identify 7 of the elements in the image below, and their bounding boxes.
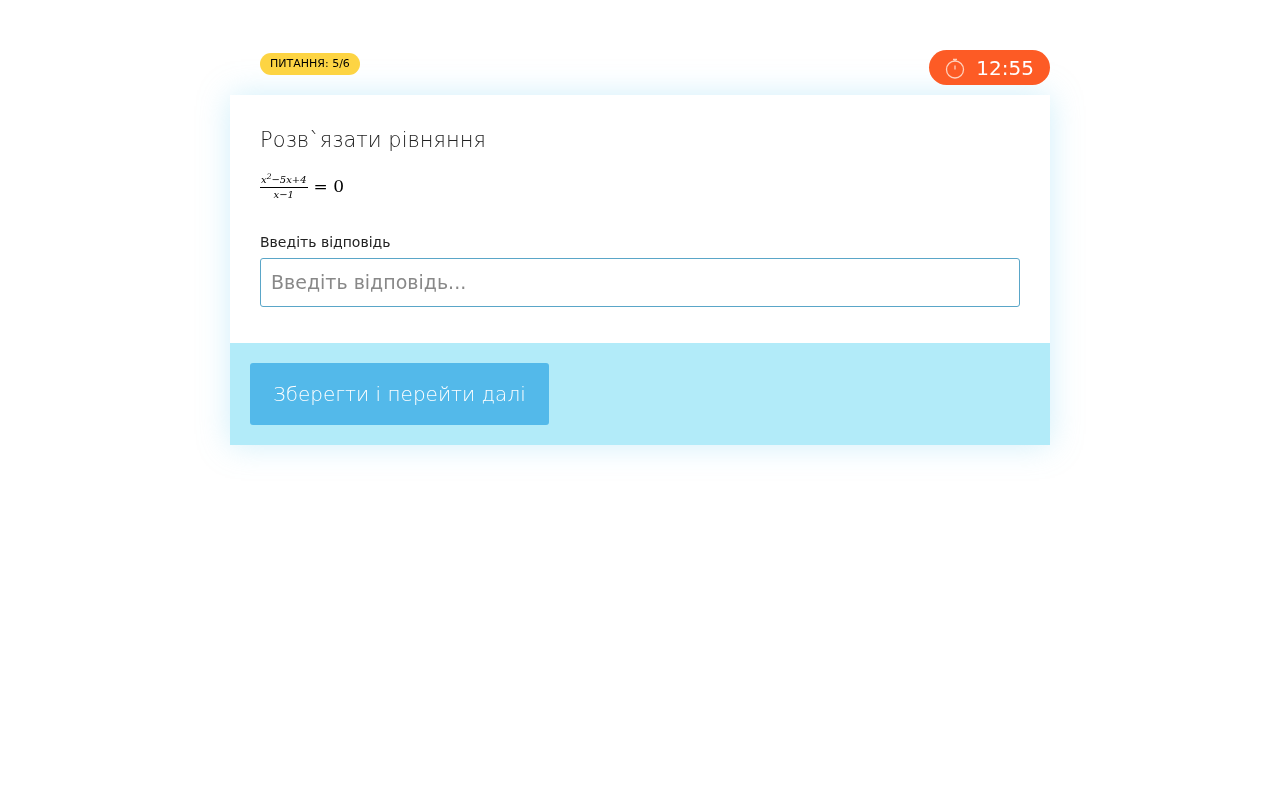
save-and-next-button[interactable]: Зберегти і перейти далі [250, 362, 549, 425]
answer-field[interactable]: Введіть відповідь... [260, 257, 1020, 307]
question-title: Розв`язати рівняння [260, 127, 487, 154]
timer-badge: 12:55 [929, 50, 1050, 85]
question-counter-badge: ПИТАННЯ: 5/6 [260, 52, 360, 75]
answer-label: Введіть відповідь [260, 232, 392, 252]
stopwatch-icon [944, 56, 967, 79]
